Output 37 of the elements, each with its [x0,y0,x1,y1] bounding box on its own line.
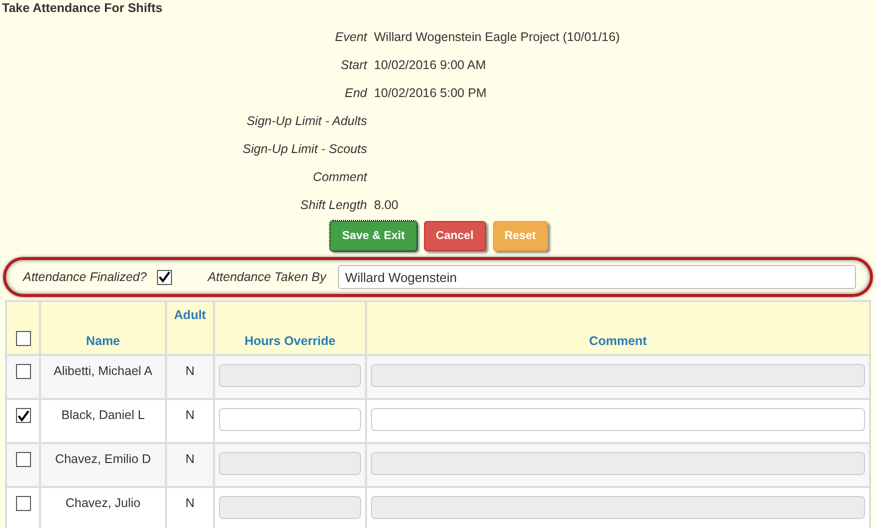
hours-input[interactable] [219,408,361,431]
row-checkbox[interactable] [16,452,30,468]
name-cell: Black, Daniel L [40,399,166,443]
name-cell: Alibetti, Michael A [40,355,166,399]
field-value: 10/02/2016 5:00 PM [374,86,488,100]
save-button[interactable]: Save & Exit [330,221,417,251]
field-value: Willard Wogenstein Eagle Project (10/01/16) [374,30,621,44]
field-label: Start [340,58,367,72]
column-header: Adult [166,301,214,355]
field-label: End [344,86,367,100]
name-cell: Chavez, Julio [40,487,166,528]
column-header: Comment [366,301,870,355]
page-title: Take Attendance For Shifts [1,0,164,17]
field-value: 10/02/2016 9:00 AM [374,58,487,72]
taken-by-field[interactable]: Willard Wogenstein [338,265,856,289]
adult-cell: N [166,355,214,399]
row-checkbox[interactable] [16,364,30,380]
name-cell: Chavez, Emilio D [40,443,166,487]
select-all-checkbox[interactable] [16,331,30,346]
adult-cell: N [166,399,214,443]
finalized-checkbox[interactable] [156,270,172,284]
comment-input[interactable] [371,408,865,431]
adult-cell: N [166,443,214,487]
finalized-label: Attendance Finalized? [23,270,147,284]
field-label: Sign-Up Limit - Scouts [242,142,367,156]
column-header: Name [40,301,166,355]
row-checkbox[interactable] [16,408,30,424]
field-label: Event [334,30,367,44]
field-label: Comment [312,170,367,184]
adult-cell: N [166,487,214,528]
row-checkbox[interactable] [16,496,30,512]
field-label: Sign-Up Limit - Adults [246,114,367,128]
taken-by-label: Attendance Taken By [208,270,326,284]
field-value: 8.00 [374,198,400,212]
cancel-button[interactable]: Cancel [424,221,486,251]
field-label: Shift Length [299,198,367,212]
column-header: Hours Override [214,301,366,355]
